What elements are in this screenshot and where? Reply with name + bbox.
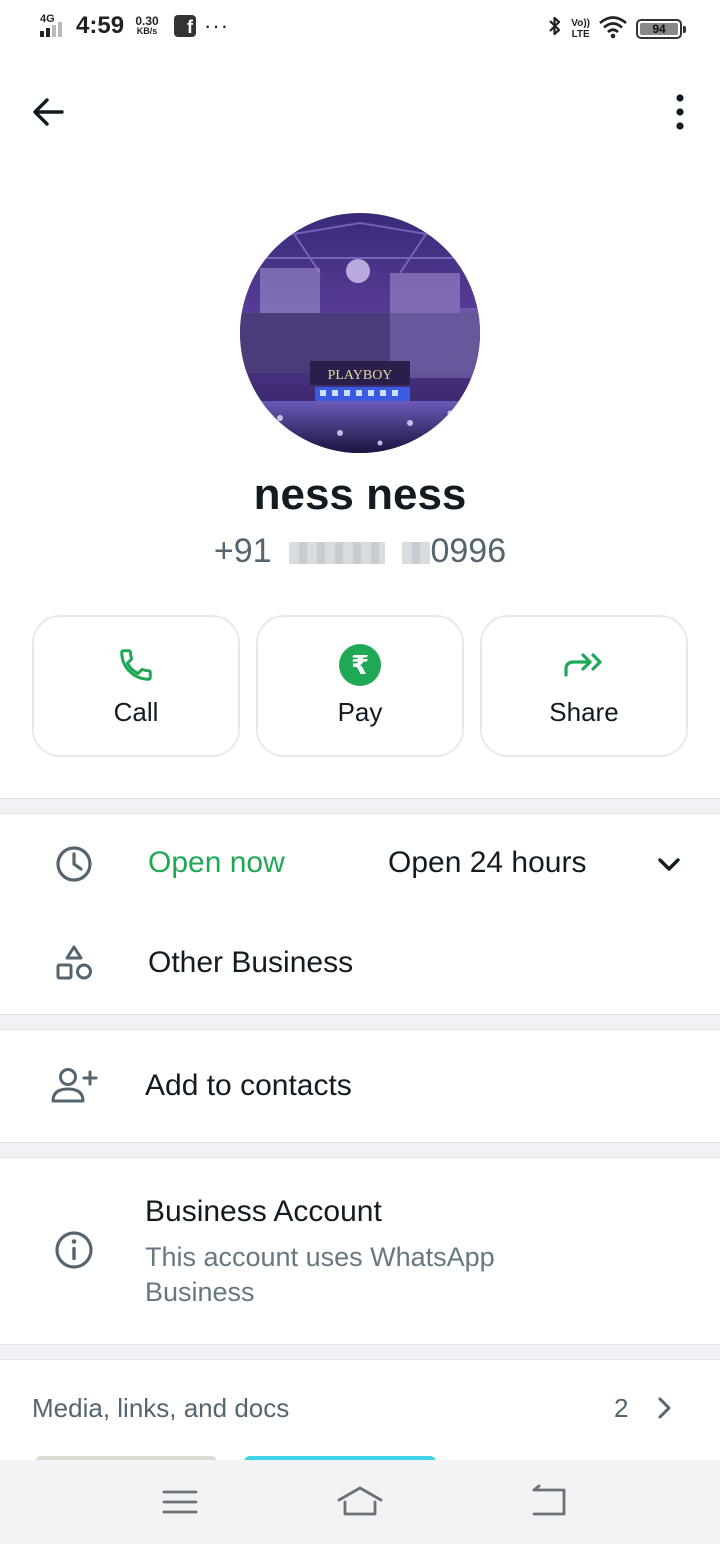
open-status: Open now: [148, 846, 285, 879]
battery-level: 94: [640, 23, 678, 36]
section-divider: [0, 1344, 720, 1360]
wifi-icon: [598, 15, 628, 44]
network-speed: 0.30 KB/s: [135, 14, 159, 36]
category-shapes-icon: [48, 938, 100, 990]
section-divider: [0, 1014, 720, 1030]
home-nav-button[interactable]: [336, 1480, 384, 1524]
business-category: Other Business: [148, 946, 354, 979]
more-options-button[interactable]: [652, 92, 692, 132]
return-icon: [532, 1484, 566, 1516]
add-person-icon: [48, 1060, 100, 1112]
hamburger-icon: [162, 1490, 198, 1514]
facebook-icon: f: [174, 15, 197, 37]
battery-icon: 94: [636, 19, 686, 39]
share-button[interactable]: Share: [480, 615, 688, 757]
section-divider: [0, 1142, 720, 1158]
contact-phone: +91 0996: [0, 532, 720, 571]
pay-label: Pay: [337, 696, 383, 727]
redacted-block: [402, 542, 431, 565]
back-nav-button[interactable]: [524, 1480, 572, 1524]
arrow-left-icon: [33, 98, 64, 126]
share-forward-icon: [562, 645, 606, 685]
phone-icon: [117, 645, 155, 685]
rupee-icon: ₹: [339, 643, 381, 686]
call-button[interactable]: Call: [32, 615, 240, 757]
club-interior-image: PLAYBOY: [240, 213, 480, 453]
redacted-block: [289, 542, 386, 565]
media-count: 2: [614, 1393, 629, 1423]
business-account-title: Business Account: [145, 1195, 382, 1228]
volte-icon: Vo)) LTE: [571, 18, 590, 40]
phone-prefix: +91: [213, 532, 272, 570]
phone-suffix: 0996: [430, 532, 507, 570]
more-notifications-icon: ···: [204, 13, 230, 38]
quick-actions: Call ₹ Pay Share: [32, 615, 688, 757]
menu-nav-button[interactable]: [156, 1480, 204, 1524]
contact-name: ness ness: [253, 470, 467, 519]
clock-icon: [48, 838, 100, 890]
add-to-contacts-label: Add to contacts: [145, 1069, 352, 1102]
media-title: Media, links, and docs: [32, 1393, 290, 1423]
hours-text: Open 24 hours: [388, 846, 587, 879]
call-label: Call: [113, 696, 159, 727]
svg-text:PLAYBOY: PLAYBOY: [328, 368, 393, 383]
home-icon: [337, 1486, 383, 1516]
section-divider: [0, 798, 720, 814]
pay-button[interactable]: ₹ Pay: [256, 615, 464, 757]
vertical-dots-icon: [676, 94, 684, 130]
chevron-right-icon: [650, 1394, 678, 1422]
status-bar: 4G 4:59 0.30 KB/s f ··· Vo)) LTE 94: [0, 0, 720, 56]
business-account-subtitle: This account uses WhatsApp Business: [145, 1242, 495, 1307]
bluetooth-icon: [547, 14, 563, 44]
share-label: Share: [549, 696, 619, 727]
back-button[interactable]: [28, 92, 68, 132]
cellular-signal-icon: 4G: [38, 12, 70, 40]
chevron-down-icon[interactable]: [654, 850, 684, 880]
system-navigation-bar: [0, 1460, 720, 1544]
profile-photo[interactable]: PLAYBOY: [240, 213, 480, 453]
status-time: 4:59: [76, 12, 125, 39]
info-icon: [48, 1224, 100, 1276]
